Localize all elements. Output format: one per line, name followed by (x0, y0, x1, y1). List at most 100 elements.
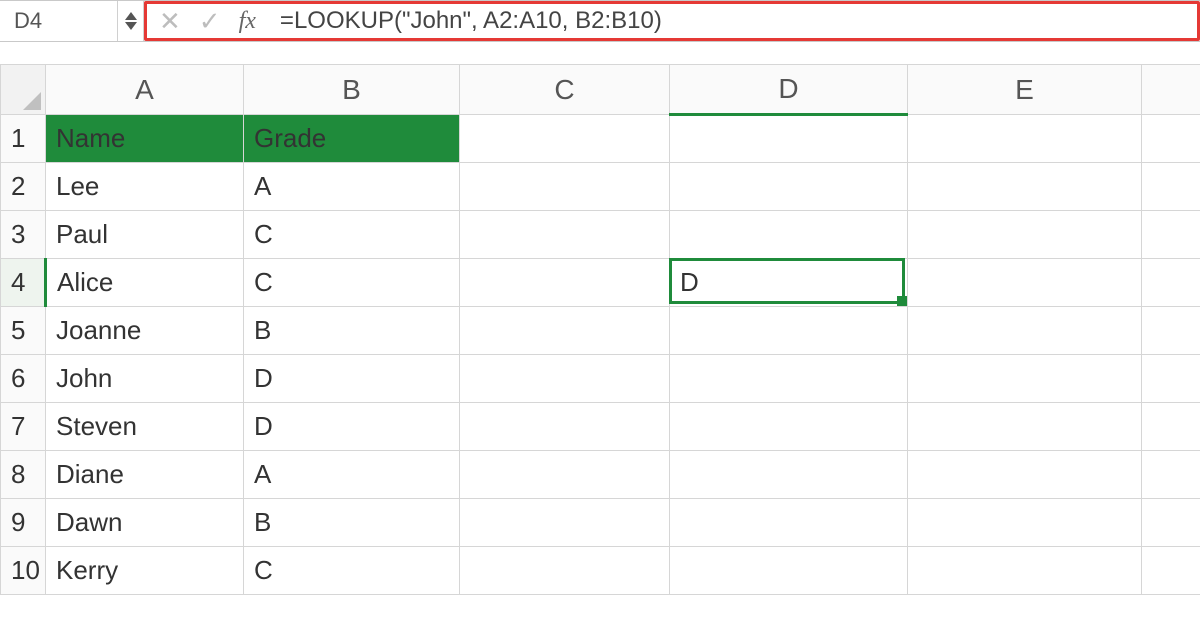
col-header-B[interactable]: B (244, 65, 460, 115)
row-2: 2 Lee A (1, 163, 1200, 211)
cell-E9[interactable] (908, 499, 1142, 547)
cell-A9[interactable]: Dawn (46, 499, 244, 547)
cell-D1[interactable] (670, 115, 908, 163)
row-header-5[interactable]: 5 (1, 307, 46, 355)
cell-C5[interactable] (460, 307, 670, 355)
row-header-7[interactable]: 7 (1, 403, 46, 451)
cell-E5[interactable] (908, 307, 1142, 355)
cell-E1[interactable] (908, 115, 1142, 163)
col-header-F-partial[interactable] (1142, 65, 1200, 115)
cell-B7[interactable]: D (244, 403, 460, 451)
formula-bar-highlight: ✕ ✓ fx (144, 1, 1200, 41)
row-1: 1 Name Grade (1, 115, 1200, 163)
cell-F5[interactable] (1142, 307, 1200, 355)
cell-A4[interactable]: Alice (46, 259, 244, 307)
cell-B4[interactable]: C (244, 259, 460, 307)
cell-A10[interactable]: Kerry (46, 547, 244, 595)
name-box-stepper[interactable] (118, 1, 144, 41)
row-header-10[interactable]: 10 (1, 547, 46, 595)
row-5: 5 Joanne B (1, 307, 1200, 355)
row-header-8[interactable]: 8 (1, 451, 46, 499)
row-9: 9 Dawn B (1, 499, 1200, 547)
cell-A2[interactable]: Lee (46, 163, 244, 211)
select-all-corner[interactable] (1, 65, 46, 115)
cell-F10[interactable] (1142, 547, 1200, 595)
cell-D10[interactable] (670, 547, 908, 595)
col-header-D[interactable]: D (670, 65, 908, 115)
row-3: 3 Paul C (1, 211, 1200, 259)
formula-bar: D4 ✕ ✓ fx (0, 0, 1200, 42)
cell-D3[interactable] (670, 211, 908, 259)
cell-A6[interactable]: John (46, 355, 244, 403)
cell-D5[interactable] (670, 307, 908, 355)
cell-C8[interactable] (460, 451, 670, 499)
cell-C2[interactable] (460, 163, 670, 211)
row-header-6[interactable]: 6 (1, 355, 46, 403)
cell-A1[interactable]: Name (46, 115, 244, 163)
row-header-2[interactable]: 2 (1, 163, 46, 211)
row-7: 7 Steven D (1, 403, 1200, 451)
cell-A3[interactable]: Paul (46, 211, 244, 259)
name-box[interactable]: D4 (0, 1, 118, 41)
col-header-A[interactable]: A (46, 65, 244, 115)
row-header-4[interactable]: 4 (1, 259, 46, 307)
cell-F8[interactable] (1142, 451, 1200, 499)
row-4: 4 Alice C D (1, 259, 1200, 307)
cell-B5[interactable]: B (244, 307, 460, 355)
row-8: 8 Diane A (1, 451, 1200, 499)
cell-A5[interactable]: Joanne (46, 307, 244, 355)
row-6: 6 John D (1, 355, 1200, 403)
cell-B3[interactable]: C (244, 211, 460, 259)
grid-table: A B C D E 1 Name Grade 2 Lee A (0, 64, 1200, 595)
cell-C6[interactable] (460, 355, 670, 403)
cell-E10[interactable] (908, 547, 1142, 595)
stepper-up-icon[interactable] (125, 12, 137, 20)
formula-input[interactable] (278, 6, 1189, 36)
cell-F9[interactable] (1142, 499, 1200, 547)
cell-E3[interactable] (908, 211, 1142, 259)
cell-C4[interactable] (460, 259, 670, 307)
cell-C3[interactable] (460, 211, 670, 259)
cell-F4[interactable] (1142, 259, 1200, 307)
cell-F1[interactable] (1142, 115, 1200, 163)
cell-D7[interactable] (670, 403, 908, 451)
cell-E2[interactable] (908, 163, 1142, 211)
cell-F7[interactable] (1142, 403, 1200, 451)
row-header-9[interactable]: 9 (1, 499, 46, 547)
cell-A7[interactable]: Steven (46, 403, 244, 451)
col-header-C[interactable]: C (460, 65, 670, 115)
cancel-formula-button[interactable]: ✕ (159, 8, 181, 34)
cell-C7[interactable] (460, 403, 670, 451)
cell-F2[interactable] (1142, 163, 1200, 211)
cell-A8[interactable]: Diane (46, 451, 244, 499)
cell-D2[interactable] (670, 163, 908, 211)
cell-D4[interactable]: D (670, 259, 908, 307)
cell-C1[interactable] (460, 115, 670, 163)
row-10: 10 Kerry C (1, 547, 1200, 595)
confirm-formula-button[interactable]: ✓ (199, 8, 221, 34)
cell-E8[interactable] (908, 451, 1142, 499)
cell-B1[interactable]: Grade (244, 115, 460, 163)
cell-D8[interactable] (670, 451, 908, 499)
cell-E7[interactable] (908, 403, 1142, 451)
worksheet[interactable]: A B C D E 1 Name Grade 2 Lee A (0, 64, 1200, 595)
cell-B8[interactable]: A (244, 451, 460, 499)
row-header-3[interactable]: 3 (1, 211, 46, 259)
cell-C9[interactable] (460, 499, 670, 547)
cell-F3[interactable] (1142, 211, 1200, 259)
cell-B6[interactable]: D (244, 355, 460, 403)
col-header-E[interactable]: E (908, 65, 1142, 115)
cell-B2[interactable]: A (244, 163, 460, 211)
cell-F6[interactable] (1142, 355, 1200, 403)
cell-D9[interactable] (670, 499, 908, 547)
cell-E6[interactable] (908, 355, 1142, 403)
stepper-down-icon[interactable] (125, 22, 137, 30)
cell-B10[interactable]: C (244, 547, 460, 595)
fx-icon[interactable]: fx (239, 8, 256, 35)
cell-D6[interactable] (670, 355, 908, 403)
cell-C10[interactable] (460, 547, 670, 595)
column-header-row: A B C D E (1, 65, 1200, 115)
row-header-1[interactable]: 1 (1, 115, 46, 163)
cell-B9[interactable]: B (244, 499, 460, 547)
cell-E4[interactable] (908, 259, 1142, 307)
